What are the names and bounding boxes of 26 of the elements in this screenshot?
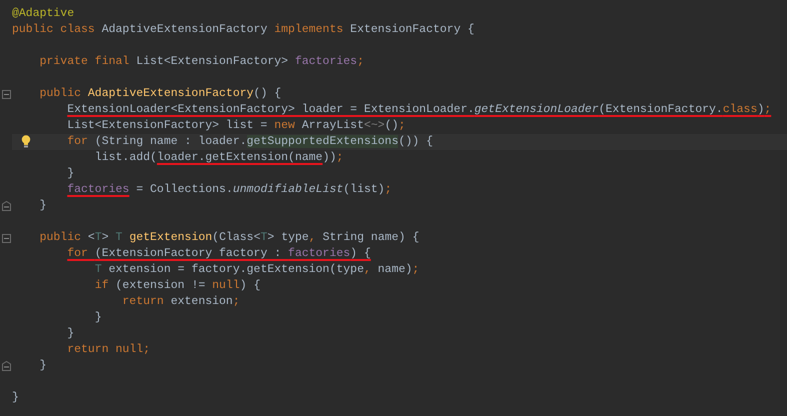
code-line: } (67, 326, 74, 342)
code-line: public <T> T getExtension(Class<T> type, String name) { (40, 230, 420, 246)
code-line: return null; (67, 342, 150, 358)
code-line: for (String name : loader.getSupportedExtensions()) { (67, 134, 433, 150)
code-line: for (ExtensionFactory factory : factories) { (67, 246, 371, 262)
code-line: public class AdaptiveExtensionFactory implements ExtensionFactory { (12, 22, 474, 38)
code-line: } (94, 310, 102, 326)
code-line: } (40, 358, 46, 374)
code-line: } (67, 166, 74, 182)
fold-icon[interactable] (2, 234, 11, 243)
fold-icon[interactable] (2, 201, 11, 211)
code-line: private final List<ExtensionFactory> factories; (40, 54, 364, 70)
fold-icon[interactable] (2, 361, 11, 371)
code-line: factories = Collections.unmodifiableList(list); (67, 182, 392, 198)
code-line: list.add(loader.getExtension(name)); (94, 150, 344, 166)
code-line: return extension; (122, 294, 240, 310)
fold-icon[interactable] (2, 90, 11, 99)
code-line: } (40, 198, 46, 214)
lightbulb-icon[interactable] (21, 135, 31, 148)
code-line: public AdaptiveExtensionFactory() { (40, 86, 282, 102)
code-line: if (extension != null) { (94, 278, 260, 294)
code-line: @Adaptive (12, 6, 74, 22)
code-line: } (12, 390, 19, 406)
code-line: List<ExtensionFactory> list = new ArrayList<~>(); (67, 118, 406, 134)
code-line: T extension = factory.getExtension(type, name); (94, 262, 420, 278)
code-line: ExtensionLoader<ExtensionFactory> loader = ExtensionLoader.getExtensionLoader(ExtensionFactory.class); (67, 102, 772, 118)
